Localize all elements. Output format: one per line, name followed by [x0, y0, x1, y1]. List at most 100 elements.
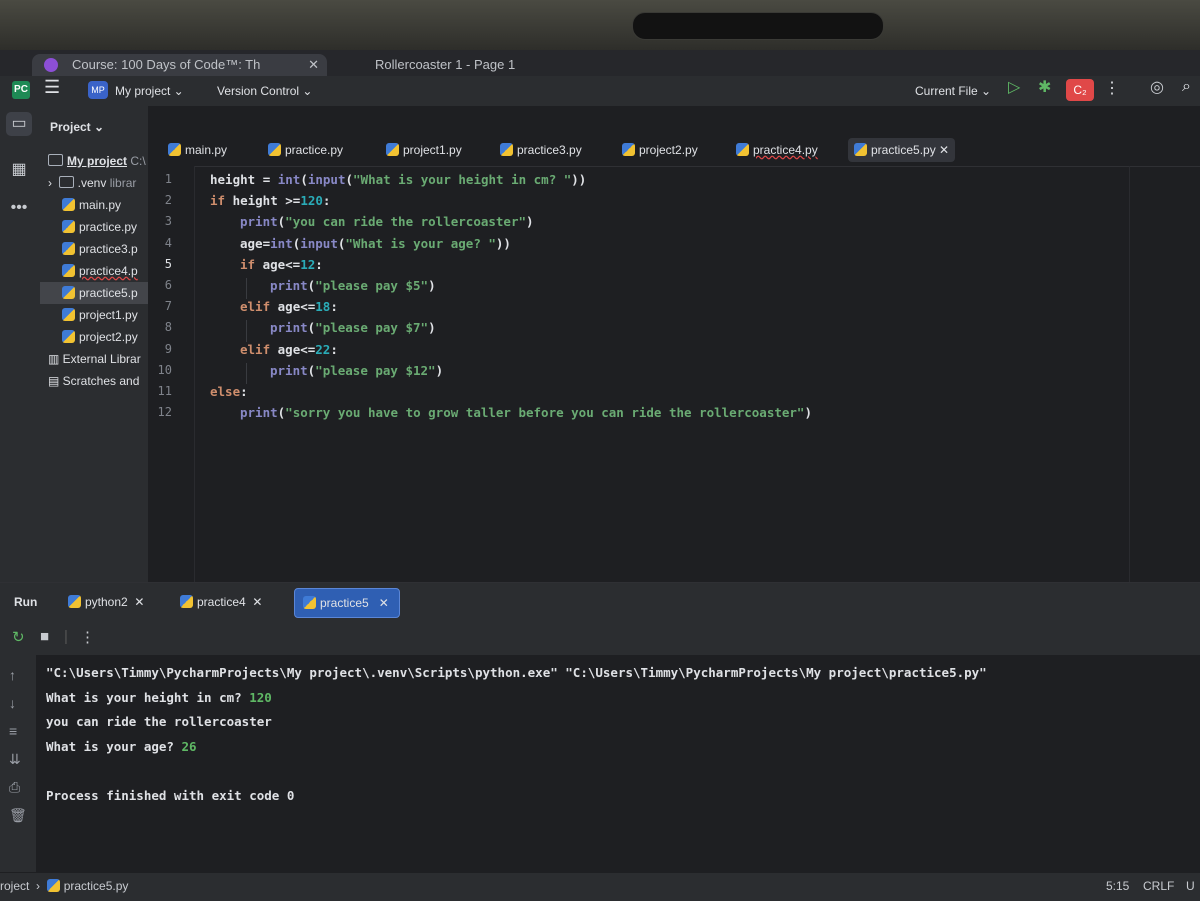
arrow-down-icon[interactable]: ↓ — [9, 695, 16, 711]
app-logo-icon[interactable]: PC — [12, 81, 30, 99]
arrow-up-icon[interactable]: ↑ — [9, 667, 16, 683]
hamburger-menu-icon[interactable]: ☰ — [44, 78, 60, 96]
stop-icon[interactable]: ■ — [40, 628, 49, 645]
close-icon[interactable]: ✕ — [134, 595, 144, 609]
version-control-menu[interactable]: Version Control ⌄ — [217, 82, 312, 100]
run-icon[interactable]: ▷ — [1008, 79, 1020, 97]
folder-icon — [58, 176, 74, 188]
tree-item-file[interactable]: practice3.p — [40, 238, 148, 260]
tab-project1-py[interactable]: project1.py — [386, 138, 462, 162]
python-file-icon — [62, 308, 75, 321]
code-line: print("please pay $7") — [270, 320, 436, 336]
close-icon[interactable]: ✕ — [379, 596, 389, 610]
line-number: 6 — [164, 278, 172, 292]
line-ending[interactable]: CRLF — [1143, 879, 1174, 893]
tree-item-file[interactable]: project1.py — [40, 304, 148, 326]
console-user-input: 120 — [249, 689, 272, 705]
line-number: 2 — [164, 193, 172, 208]
python-file-icon — [386, 143, 399, 156]
python-file-icon — [622, 143, 635, 156]
tree-item-file[interactable]: practice4.p — [40, 260, 148, 282]
tab-project2-py[interactable]: project2.py — [622, 138, 698, 162]
run-tab-practice5[interactable]: practice5 ✕ — [294, 588, 400, 618]
console-output[interactable]: "C:\Users\Timmy\PycharmProjects\My proje… — [36, 655, 1200, 873]
tree-item-file-selected[interactable]: practice5.p — [40, 282, 148, 304]
browser-tab-label: Course: 100 Days of Code™: Th — [72, 57, 261, 72]
code-line: print("sorry you have to grow taller bef… — [240, 405, 812, 421]
soft-wrap-icon[interactable]: ≡ — [9, 723, 17, 739]
breadcrumb[interactable]: roject › practice5.py — [0, 879, 128, 893]
tree-item-root[interactable]: My project C:\ — [40, 150, 148, 172]
browser-favicon-icon — [44, 58, 58, 72]
console-line: What is your age? 26 — [46, 738, 197, 754]
python-file-icon — [62, 198, 75, 211]
indent-guide — [246, 278, 247, 300]
caret-position[interactable]: 5:15 — [1106, 879, 1129, 893]
tab-practice3-py[interactable]: practice3.py — [500, 138, 582, 162]
toolbar-divider: | — [64, 628, 68, 645]
library-icon: ▥ — [48, 352, 63, 366]
folder-icon[interactable]: ▭ — [6, 112, 32, 136]
tree-item-venv[interactable]: › .venv librar — [40, 172, 148, 194]
right-margin-guide — [1129, 166, 1130, 582]
line-number-gutter: 1 2 3 4 5 6 7 8 9 10 11 12 — [148, 166, 195, 582]
tree-item-file[interactable]: main.py — [40, 194, 148, 216]
search-icon[interactable]: ⌕ — [1182, 78, 1191, 96]
print-icon[interactable]: ⎙ — [9, 779, 20, 796]
trash-icon[interactable]: 🗑 — [9, 807, 27, 824]
browser-tab-course[interactable]: Course: 100 Days of Code™: Th ✕ — [32, 54, 327, 76]
console-side-toolbar: ↑ ↓ ≡ ⇊ ⎙ 🗑 — [0, 655, 36, 873]
line-number: 11 — [157, 384, 172, 398]
file-encoding[interactable]: U — [1186, 879, 1195, 893]
code-line: print("please pay $12") — [270, 362, 444, 378]
rerun-icon[interactable]: ↻ — [12, 628, 25, 646]
tab-practice5-py[interactable]: practice5.py ✕ — [848, 138, 956, 162]
more-icon[interactable]: ⋮ — [80, 628, 95, 646]
debug-icon[interactable]: ✱ — [1038, 79, 1051, 97]
structure-icon[interactable]: ▦ — [6, 158, 32, 182]
run-config-selector[interactable]: Current File ⌄ — [915, 82, 991, 100]
line-number: 4 — [164, 235, 172, 250]
webcam-bar — [632, 12, 884, 40]
code-line: if age<=12: — [240, 256, 323, 272]
tab-practice-py[interactable]: practice.py — [268, 138, 343, 162]
chevron-right-icon: › — [48, 176, 59, 190]
more-icon[interactable]: ••• — [6, 196, 32, 220]
run-panel-title: Run — [14, 595, 38, 609]
code-line: print("please pay $5") — [270, 278, 436, 293]
code-line: elif age<=22: — [240, 341, 338, 357]
console-line: Process finished with exit code 0 — [46, 787, 295, 803]
code-area[interactable]: height = int(input("What is your height … — [210, 166, 1190, 582]
python-file-icon — [62, 264, 75, 277]
project-badge[interactable]: MP — [88, 81, 108, 99]
tree-item-file[interactable]: practice.py — [40, 216, 148, 238]
browser-tab-rollercoaster[interactable]: Rollercoaster 1 - Page 1 — [335, 54, 625, 76]
ai-assistant-icon[interactable]: ◎ — [1150, 79, 1164, 97]
line-number: 8 — [164, 320, 172, 335]
project-panel-header[interactable]: Project ⌄ — [50, 120, 104, 134]
tree-item-file[interactable]: project2.py — [40, 326, 148, 348]
more-icon[interactable]: ⋮ — [1104, 80, 1120, 98]
status-bar: roject › practice5.py 5:15 CRLF U — [0, 872, 1200, 901]
code-line: elif age<=18: — [240, 299, 338, 315]
tree-item-external-libraries[interactable]: ▥ External Librar — [40, 348, 148, 370]
code-line: height = int(input("What is your height … — [210, 172, 587, 187]
run-tab-practice4[interactable]: practice4 ✕ — [180, 590, 262, 614]
python-file-icon — [62, 330, 75, 343]
project-panel: Project ⌄ My project C:\ › .venv librar … — [40, 106, 148, 582]
tab-practice4-py[interactable]: practice4.py — [736, 138, 818, 162]
project-selector[interactable]: My project ⌄ — [115, 82, 184, 100]
line-number: 7 — [164, 299, 172, 314]
close-icon[interactable]: ✕ — [252, 595, 262, 609]
scroll-to-end-icon[interactable]: ⇊ — [9, 751, 21, 768]
code-with-me-badge[interactable]: C₂ — [1066, 79, 1094, 101]
close-icon[interactable]: ✕ — [939, 143, 949, 157]
run-tab-python2[interactable]: python2 ✕ — [68, 590, 144, 614]
tab-main-py[interactable]: main.py — [168, 138, 227, 162]
code-line: else: — [210, 384, 248, 399]
python-file-icon — [62, 220, 75, 233]
close-icon[interactable]: ✕ — [308, 54, 319, 76]
line-number: 5 — [164, 256, 172, 271]
line-number: 3 — [164, 214, 172, 229]
tree-item-scratches[interactable]: ▤ Scratches and — [40, 370, 148, 392]
